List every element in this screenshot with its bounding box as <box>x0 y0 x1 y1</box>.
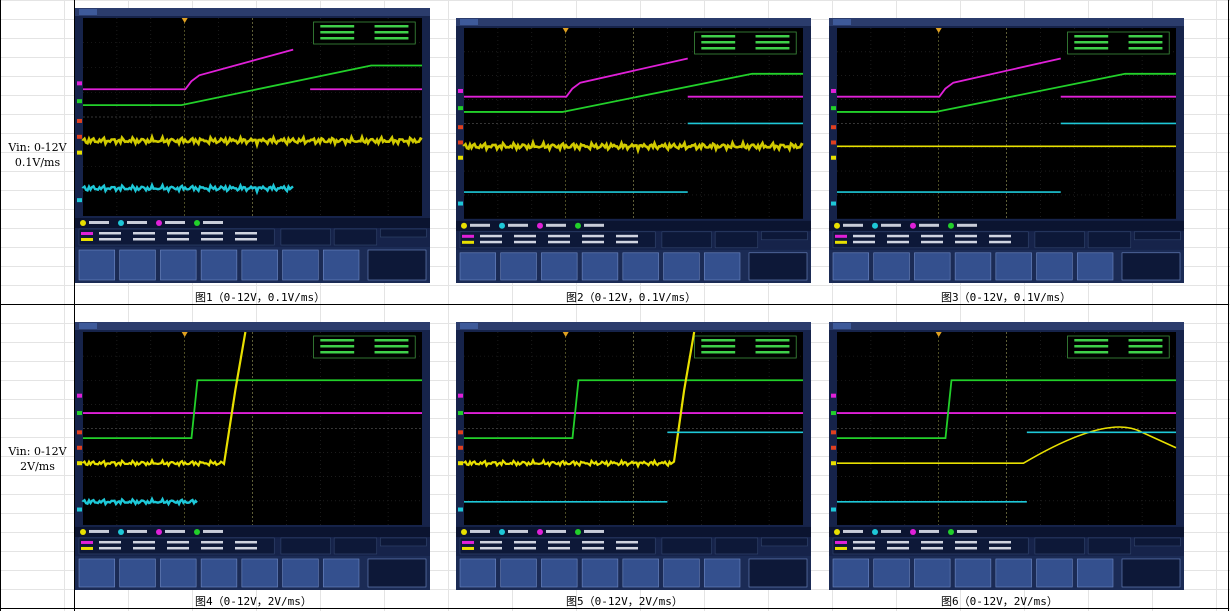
row-label-2: Vin: 0-12V 2V/ms <box>0 444 75 474</box>
row2-label-line1: Vin: 0-12V <box>8 445 67 458</box>
figure-caption-2: 图2（0-12V，0.1V/ms） <box>566 291 697 304</box>
oscilloscope-screenshot-6 <box>829 322 1184 590</box>
scope-capture-3 <box>829 18 1184 283</box>
scope-capture-4 <box>75 322 430 590</box>
table-border-left <box>0 0 1 611</box>
figure-caption-3: 图3（0-12V，0.1V/ms） <box>941 291 1072 304</box>
figure-caption-4: 图4（0-12V，2V/ms） <box>195 595 312 608</box>
row2-label-line2: 2V/ms <box>20 460 55 473</box>
row1-label-line1: Vin: 0-12V <box>8 141 67 154</box>
row1-label-line2: 0.1V/ms <box>14 156 61 169</box>
oscilloscope-screenshot-2 <box>456 18 811 283</box>
oscilloscope-screenshot-4 <box>75 322 430 590</box>
table-border-right <box>1228 0 1229 611</box>
scope-capture-2 <box>456 18 811 283</box>
figure-caption-6: 图6（0-12V，2V/ms） <box>941 595 1058 608</box>
row-label-1: Vin: 0-12V 0.1V/ms <box>0 140 75 170</box>
oscilloscope-screenshot-5 <box>456 322 811 590</box>
oscilloscope-screenshot-3 <box>829 18 1184 283</box>
scope-capture-1 <box>75 8 430 283</box>
scope-capture-6 <box>829 322 1184 590</box>
figure-caption-5: 图5（0-12V，2V/ms） <box>566 595 683 608</box>
scope-capture-5 <box>456 322 811 590</box>
oscilloscope-screenshot-1 <box>75 8 430 283</box>
figure-caption-1: 图1（0-12V，0.1V/ms） <box>195 291 326 304</box>
